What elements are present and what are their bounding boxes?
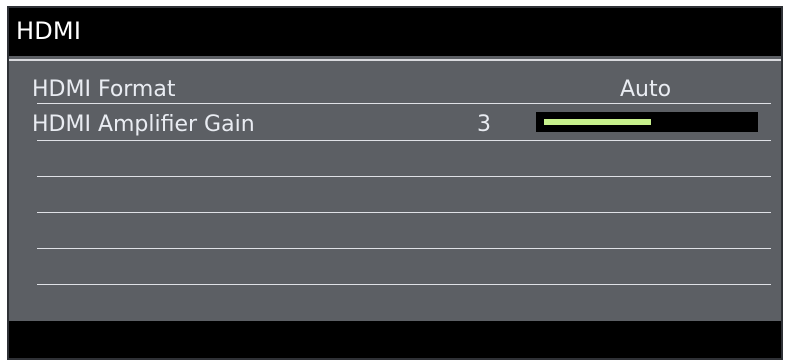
- row-divider: [37, 176, 771, 177]
- row-divider: [37, 284, 771, 285]
- title-bar: HDMI: [9, 8, 781, 56]
- gain-level-fill: [544, 119, 651, 125]
- row-divider: [37, 212, 771, 213]
- settings-menu: HDMI Format Auto HDMI Amplifier Gain 3: [9, 61, 781, 323]
- row-divider: [37, 140, 771, 141]
- row-divider: [37, 248, 771, 249]
- hdmi-settings-panel: HDMI HDMI Format Auto HDMI Amplifier Gai…: [7, 6, 783, 360]
- hdmi-amplifier-gain-value: 3: [477, 112, 491, 137]
- hdmi-amplifier-gain-label: HDMI Amplifier Gain: [32, 112, 255, 137]
- footer-bar: [9, 321, 781, 358]
- gain-level-slider[interactable]: [536, 112, 758, 132]
- menu-row-hdmi-format[interactable]: HDMI Format Auto: [9, 61, 781, 102]
- panel-title: HDMI: [16, 17, 82, 45]
